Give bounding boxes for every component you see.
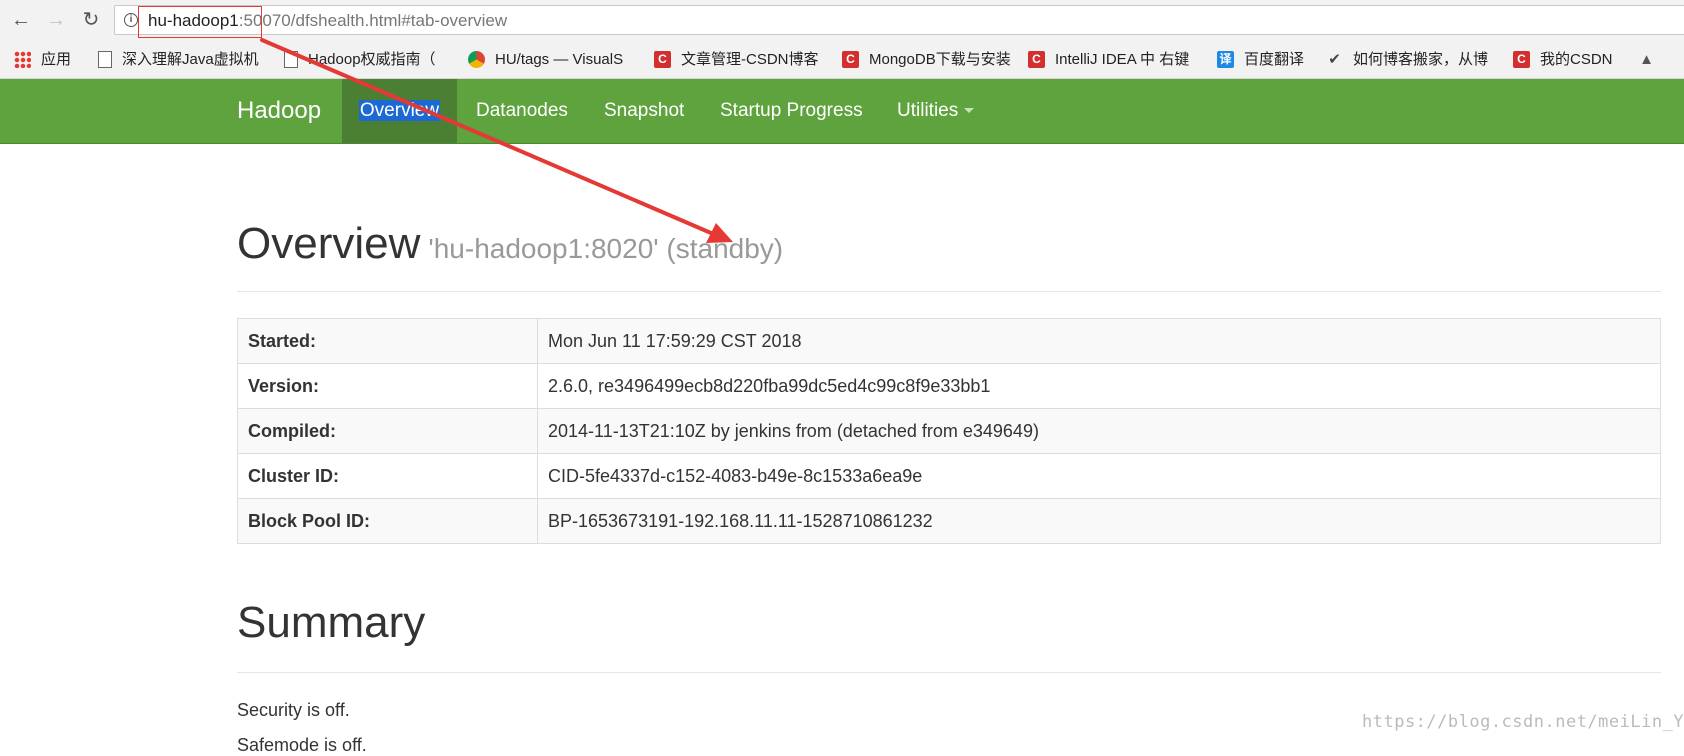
bookmark-label: 应用 (41, 51, 72, 68)
hadoop-navbar: Hadoop Overview Datanodes Snapshot Start… (0, 79, 1684, 144)
tab-utilities[interactable]: Utilities (897, 79, 975, 143)
csdn-icon: C (1028, 51, 1045, 68)
tab-snapshot[interactable]: Snapshot (604, 79, 684, 143)
divider (237, 672, 1661, 673)
divider (237, 291, 1661, 292)
bookmark-hu-tags[interactable]: HU/tags — VisualS (468, 51, 638, 69)
bookmark-csdn-articles[interactable]: C 文章管理-CSDN博客 (654, 51, 826, 69)
reload-icon[interactable]: ↻ (79, 8, 103, 32)
row-value: BP-1653673191-192.168.11.11-152871086123… (537, 498, 1661, 544)
row-key: Version: (237, 363, 538, 409)
row-key: Compiled: (237, 408, 538, 454)
csdn-icon: C (1513, 51, 1530, 68)
bookmark-label: MongoDB下载与安装 (869, 51, 1011, 68)
bookmarks-bar: 应用 深入理解Java虚拟机 Hadoop权威指南（ HU/tags — Vis… (0, 40, 1684, 79)
apps-grid-icon (14, 51, 31, 68)
table-row: Version: 2.6.0, re3496499ecb8d220fba99dc5… (237, 363, 1661, 409)
page-icon (284, 51, 298, 68)
row-key: Started: (237, 318, 538, 364)
bookmark-baidu-translate[interactable]: 译百度翻译 (1217, 51, 1317, 69)
bookmark-label: 如何博客搬家，从博 (1353, 51, 1489, 68)
namenode-status: 'hu-hadoop1:8020' (standby) (428, 233, 784, 264)
chrome-icon (468, 51, 485, 68)
row-key: Cluster ID: (237, 453, 538, 499)
bookmark-visual-studio[interactable]: ▲ (1638, 51, 1668, 69)
bookmark-label: 深入理解Java虚拟机 (122, 51, 259, 68)
back-arrow-icon[interactable]: ← (9, 8, 33, 32)
bookmark-label: IntelliJ IDEA 中 右键 (1055, 51, 1190, 68)
row-value: 2.6.0, re3496499ecb8d220fba99dc5ed4c99c8… (537, 363, 1661, 409)
csdn-icon: C (842, 51, 859, 68)
security-status: Security is off. (237, 700, 350, 720)
tab-label: Utilities (897, 100, 959, 121)
watermark: https://blog.csdn.net/meiLin_Ya (1362, 712, 1684, 732)
overview-title: Overview (237, 219, 421, 268)
csdn-icon: C (654, 51, 671, 68)
url-path: :50070/dfshealth.html#tab-overview (238, 11, 508, 30)
bookmark-label: 文章管理-CSDN博客 (681, 51, 819, 68)
visual-studio-icon: ▲ (1639, 51, 1654, 68)
tab-label: Overview (358, 100, 441, 121)
forward-arrow-icon[interactable]: → (44, 8, 68, 32)
row-value: CID-5fe4337d-c152-4083-b49e-8c1533a6ea9e (537, 453, 1661, 499)
table-row: Compiled: 2014-11-13T21:10Z by jenkins fr… (237, 408, 1661, 454)
bookmark-hadoop-guide[interactable]: Hadoop权威指南（ (282, 51, 452, 69)
tab-datanodes[interactable]: Datanodes (476, 79, 568, 143)
table-row: Cluster ID: CID-5fe4337d-c152-4083-b49e-8… (237, 453, 1661, 499)
row-key: Block Pool ID: (237, 498, 538, 544)
summary-heading: Summary (237, 598, 426, 647)
safemode-status: Safemode is off. (237, 735, 367, 755)
tab-startup-progress[interactable]: Startup Progress (720, 79, 863, 143)
bookmark-label: Hadoop权威指南（ (308, 51, 436, 68)
page-title: Overview'hu-hadoop1:8020' (standby) (237, 218, 783, 275)
bookmark-label: 百度翻译 (1244, 51, 1305, 68)
page-icon (98, 51, 112, 68)
bird-icon: ✔ (1328, 51, 1341, 68)
bookmark-mongodb[interactable]: C MongoDB下载与安装 (842, 51, 1014, 69)
row-value: Mon Jun 11 17:59:29 CST 2018 (537, 318, 1661, 364)
row-value: 2014-11-13T21:10Z by jenkins from (detac… (537, 408, 1661, 454)
bookmark-blog-move[interactable]: ✔ 如何博客搬家，从博 (1326, 51, 1498, 69)
annotation-highlight-box (138, 6, 262, 38)
table-row: Started: Mon Jun 11 17:59:29 CST 2018 (237, 318, 1661, 364)
bookmark-java-vm[interactable]: 深入理解Java虚拟机 (96, 51, 266, 69)
bookmark-my-csdn[interactable]: C 我的CSDN (1513, 51, 1628, 69)
table-row: Block Pool ID: BP-1653673191-192.168.11.1… (237, 498, 1661, 544)
caret-down-icon (964, 108, 975, 114)
info-icon[interactable]: i (124, 13, 138, 27)
bookmark-label: 我的CSDN (1540, 51, 1613, 68)
tab-overview[interactable]: Overview (342, 79, 457, 143)
address-bar[interactable]: i hu-hadoop1:50070/dfshealth.html#tab-ov… (114, 5, 1684, 35)
overview-table: Started: Mon Jun 11 17:59:29 CST 2018 Ver… (237, 318, 1661, 544)
bookmark-apps[interactable]: 应用 (14, 51, 94, 69)
bookmark-intellij[interactable]: C IntelliJ IDEA 中 右键 (1028, 51, 1200, 69)
brand-logo[interactable]: Hadoop (237, 97, 321, 125)
bookmark-label: HU/tags — VisualS (495, 51, 624, 68)
translate-icon: 译 (1217, 51, 1234, 68)
